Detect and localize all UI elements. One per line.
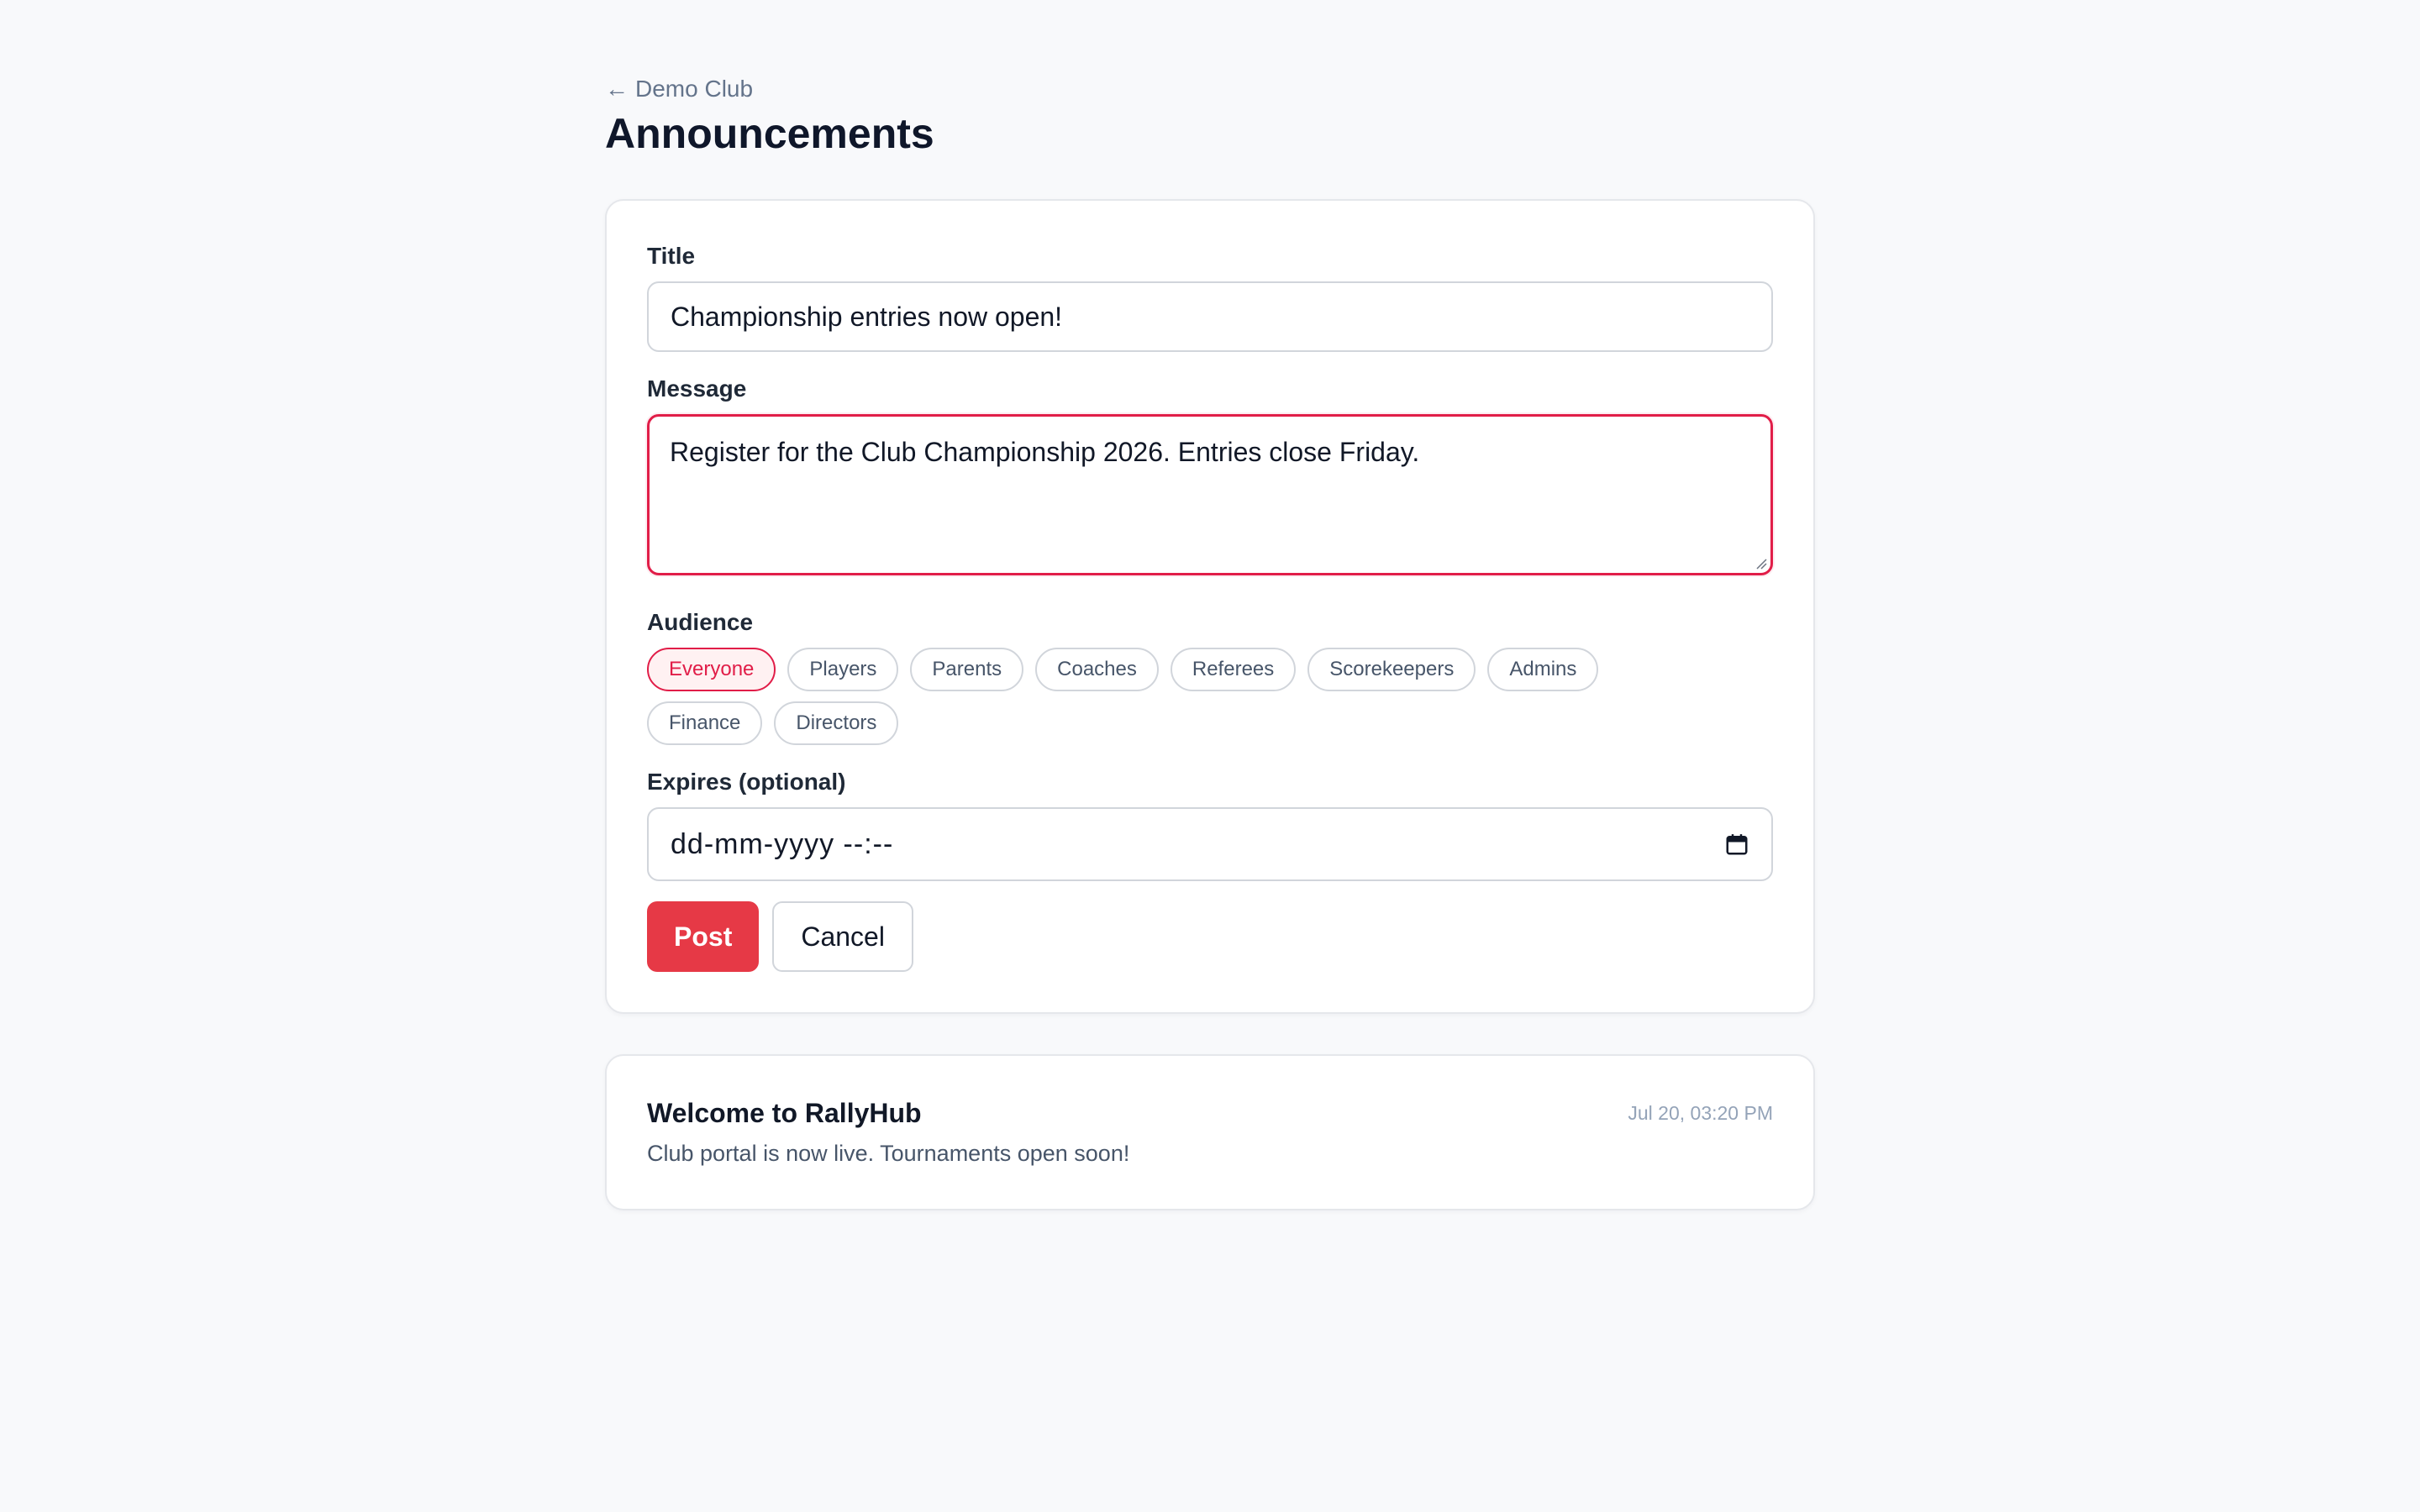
announcement-timestamp: Jul 20, 03:20 PM <box>1628 1102 1773 1124</box>
back-link-label: Demo Club <box>635 76 754 102</box>
page-container: ← Demo Club Announcements Title Champion… <box>605 71 1815 1210</box>
message-textarea[interactable]: Register for the Club Championship 2026.… <box>647 414 1773 575</box>
audience-chips: Everyone Players Parents Coaches Referee… <box>647 648 1697 745</box>
form-actions: Post Cancel <box>647 901 1773 972</box>
title-label: Title <box>647 243 696 269</box>
calendar-icon[interactable] <box>1724 832 1749 857</box>
expires-group: Expires (optional) dd-mm-yyyy --:-- <box>647 769 1773 881</box>
announcement-item: Welcome to RallyHub Jul 20, 03:20 PM Clu… <box>605 1054 1815 1210</box>
title-group: Title Championship entries now open! <box>647 243 1773 352</box>
back-link[interactable]: ← Demo Club <box>605 71 753 108</box>
page-title: Announcements <box>605 110 934 157</box>
arrow-left-icon: ← <box>605 76 629 102</box>
announcement-form: Title Championship entries now open! Mes… <box>605 199 1815 1014</box>
message-label: Message <box>647 375 747 402</box>
expires-input[interactable]: dd-mm-yyyy --:-- <box>647 807 1773 881</box>
audience-group: Audience Everyone Players Parents Coache… <box>647 609 1773 745</box>
announcement-body: Club portal is now live. Tournaments ope… <box>647 1141 1130 1166</box>
message-group: Message Register for the Club Championsh… <box>647 375 1773 575</box>
expires-label: Expires (optional) <box>647 769 846 795</box>
cancel-button[interactable]: Cancel <box>772 901 913 972</box>
audience-chip-parents[interactable]: Parents <box>910 648 1024 691</box>
audience-chip-scorekeepers[interactable]: Scorekeepers <box>1307 648 1476 691</box>
audience-chip-admins[interactable]: Admins <box>1487 648 1599 691</box>
audience-chip-coaches[interactable]: Coaches <box>1035 648 1159 691</box>
resize-grip-icon[interactable] <box>1754 556 1767 570</box>
message-text: Register for the Club Championship 2026.… <box>670 437 1420 467</box>
title-input[interactable]: Championship entries now open! <box>647 281 1773 352</box>
audience-chip-directors[interactable]: Directors <box>774 701 899 745</box>
post-button[interactable]: Post <box>647 901 760 972</box>
audience-label: Audience <box>647 609 754 635</box>
audience-chip-finance[interactable]: Finance <box>647 701 763 745</box>
audience-chip-referees[interactable]: Referees <box>1170 648 1297 691</box>
expires-placeholder: dd-mm-yyyy --:-- <box>671 827 894 860</box>
audience-chip-everyone[interactable]: Everyone <box>647 648 776 691</box>
announcement-header: Welcome to RallyHub Jul 20, 03:20 PM <box>647 1098 1773 1129</box>
announcement-title: Welcome to RallyHub <box>647 1098 922 1128</box>
audience-chip-players[interactable]: Players <box>787 648 899 691</box>
